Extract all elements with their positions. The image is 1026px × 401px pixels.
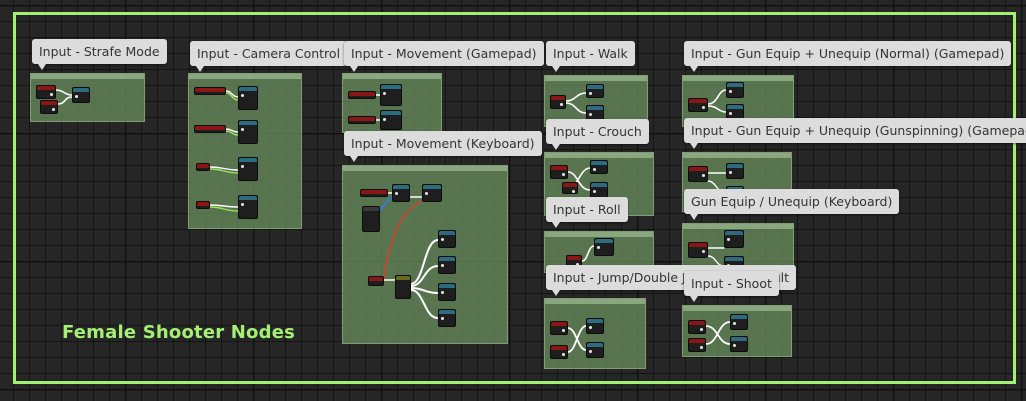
input-event-node[interactable] (550, 165, 568, 179)
function-node[interactable] (726, 163, 744, 179)
comment-bubble-gun-equip-normal[interactable]: Input - Gun Equip + Unequip (Normal) (Ga… (684, 41, 1012, 72)
input-event-node[interactable] (688, 98, 708, 112)
axis-event-node[interactable] (194, 87, 226, 95)
axis-event-node[interactable] (196, 201, 210, 209)
blueprint-graph[interactable]: Female Shooter Nodes Input - Strafe Mode… (0, 0, 1026, 401)
function-node[interactable] (586, 318, 604, 334)
comment-bubble-gun-equip-gunspinning[interactable]: Input - Gun Equip + Unequip (Gunspinning… (684, 118, 1026, 149)
input-event-node[interactable] (40, 100, 58, 114)
function-node[interactable] (380, 84, 402, 106)
comment-bubble-movement-gamepad[interactable]: Input - Movement (Gamepad) (344, 41, 544, 72)
comment-header[interactable] (683, 306, 791, 311)
function-node[interactable] (422, 184, 442, 202)
axis-event-node[interactable] (348, 91, 376, 99)
comment-bubble-shoot[interactable]: Input - Shoot (684, 271, 779, 302)
input-event-node[interactable] (688, 320, 706, 334)
input-event-node[interactable] (550, 321, 568, 335)
function-node[interactable] (238, 86, 258, 110)
select-node[interactable] (395, 275, 411, 299)
input-event-node[interactable] (368, 276, 384, 286)
function-node[interactable] (438, 230, 456, 248)
input-event-node[interactable] (550, 345, 568, 359)
comment-header[interactable] (545, 232, 653, 237)
comment-header[interactable] (545, 153, 653, 158)
input-event-node[interactable] (688, 338, 706, 352)
comment-bubble-roll[interactable]: Input - Roll (546, 197, 628, 228)
input-event-node[interactable] (550, 95, 566, 109)
function-node[interactable] (594, 238, 614, 256)
function-node[interactable] (72, 87, 90, 103)
comment-header[interactable] (683, 224, 793, 229)
function-node[interactable] (730, 336, 748, 352)
axis-event-node[interactable] (196, 163, 210, 171)
function-node[interactable] (238, 120, 258, 144)
function-node[interactable] (380, 110, 402, 130)
comment-bubble-movement-keyboard[interactable]: Input - Movement (Keyboard) (344, 131, 542, 162)
comment-header[interactable] (683, 76, 793, 81)
function-node[interactable] (724, 230, 744, 248)
function-node[interactable] (392, 184, 410, 202)
function-node[interactable] (438, 256, 456, 274)
frame-title: Female Shooter Nodes (62, 322, 296, 343)
comment-bubble-camera-control[interactable]: Input - Camera Control (190, 41, 348, 72)
function-node[interactable] (238, 157, 258, 181)
comment-header[interactable] (683, 153, 791, 158)
input-event-node[interactable] (36, 85, 56, 99)
function-node[interactable] (438, 309, 456, 327)
comment-bubble-walk[interactable]: Input - Walk (546, 41, 635, 72)
axis-event-node[interactable] (360, 189, 388, 197)
comment-header[interactable] (545, 299, 645, 304)
comment-bubble-strafe-mode[interactable]: Input - Strafe Mode (32, 39, 167, 70)
function-node[interactable] (590, 182, 608, 198)
function-node[interactable] (438, 283, 456, 301)
input-event-node[interactable] (562, 182, 578, 194)
function-node[interactable] (590, 160, 608, 174)
function-node[interactable] (586, 342, 604, 358)
input-event-node[interactable] (688, 242, 708, 258)
comment-header[interactable] (31, 74, 144, 79)
axis-event-node[interactable] (348, 116, 376, 124)
comment-header[interactable] (189, 74, 301, 79)
input-event-node[interactable] (688, 166, 708, 182)
function-node[interactable] (586, 84, 604, 98)
comment-header[interactable] (343, 166, 507, 171)
comment-header[interactable] (343, 74, 441, 79)
variable-node[interactable] (362, 206, 380, 232)
comment-bubble-crouch[interactable]: Input - Crouch (546, 119, 649, 150)
function-node[interactable] (730, 314, 748, 330)
comment-header[interactable] (545, 76, 647, 81)
axis-event-node[interactable] (194, 125, 226, 133)
function-node[interactable] (726, 82, 744, 98)
comment-bubble-gun-equip-keyboard[interactable]: Gun Equip / Unequip (Keyboard) (684, 189, 900, 220)
function-node[interactable] (238, 195, 258, 219)
